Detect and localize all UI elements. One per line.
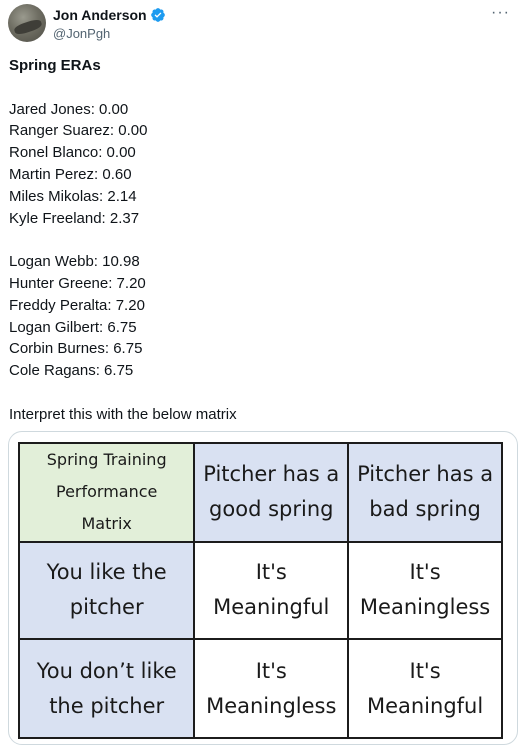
cell-line: Meaningful: [213, 595, 330, 620]
verified-badge-icon: [150, 8, 165, 22]
cell-line: Performance: [55, 482, 158, 502]
list-item: Ronel Blanco: 0.00: [9, 144, 136, 162]
cell-line: Pitcher has a: [203, 462, 340, 487]
cell-line: It's: [255, 560, 287, 585]
cell-line: Spring Training: [46, 450, 167, 470]
cell-line: You don’t like: [36, 658, 177, 683]
avatar[interactable]: [8, 4, 46, 42]
cell-line: Pitcher has a: [357, 462, 494, 487]
cell-line: Meaningful: [366, 693, 484, 718]
list-item: Corbin Burnes: 6.75: [9, 340, 143, 358]
cell-line: pitcher: [69, 595, 144, 620]
cell-line: good spring: [209, 497, 334, 522]
table-row: Spring Training Performance Matrix Pitch…: [17, 442, 503, 543]
row-header-like: You like the pitcher: [17, 540, 196, 641]
list-item: Miles Mikolas: 2.14: [9, 187, 137, 205]
matrix-corner-cell: Spring Training Performance Matrix: [17, 442, 196, 543]
table-cell: It's Meaningful: [347, 638, 503, 739]
author-handle[interactable]: @JonPgh: [53, 26, 110, 41]
cell-line: bad spring: [369, 497, 481, 522]
list-item: Logan Webb: 10.98: [9, 253, 140, 271]
table-row: You don’t like the pitcher It's Meaningl…: [17, 638, 503, 739]
list-item: Cole Ragans: 6.75: [9, 362, 134, 380]
table-cell: It's Meaningful: [193, 540, 350, 641]
author-name-row: Jon Anderson: [53, 7, 166, 23]
closing-text: Interpret this with the below matrix: [9, 405, 237, 423]
attached-image[interactable]: Spring Training Performance Matrix Pitch…: [8, 431, 518, 745]
row-header-dislike: You don’t like the pitcher: [17, 638, 196, 739]
more-options-icon[interactable]: ···: [491, 4, 510, 22]
column-header-bad-spring: Pitcher has a bad spring: [347, 442, 503, 543]
author-name[interactable]: Jon Anderson: [53, 7, 147, 23]
cell-line: Meaningless: [359, 595, 491, 620]
list-item: Ranger Suarez: 0.00: [9, 122, 148, 140]
list-item: Jared Jones: 0.00: [9, 100, 129, 118]
list-item: Freddy Peralta: 7.20: [9, 296, 145, 314]
cell-line: You like the: [46, 560, 167, 585]
cell-line: It's: [255, 658, 287, 683]
list-item: Hunter Greene: 7.20: [9, 274, 146, 292]
cell-line: the pitcher: [49, 693, 165, 718]
tweet-header: Jon Anderson @JonPgh ···: [8, 4, 512, 44]
cell-line: Meaningless: [206, 693, 337, 718]
matrix-table: Spring Training Performance Matrix Pitch…: [17, 442, 503, 739]
table-cell: It's Meaningless: [193, 638, 350, 739]
list-item: Kyle Freeland: 2.37: [9, 209, 140, 227]
bad-era-list: Logan Webb: 10.98 Hunter Greene: 7.20 Fr…: [9, 251, 509, 382]
column-header-good-spring: Pitcher has a good spring: [193, 442, 350, 543]
cell-line: Matrix: [81, 514, 132, 534]
list-item: Martin Perez: 0.60: [9, 165, 132, 183]
table-row: You like the pitcher It's Meaningful It'…: [17, 540, 503, 641]
tweet-text: Spring ERAs Jared Jones: 0.00 Ranger Sua…: [9, 55, 509, 426]
cell-line: It's: [409, 560, 441, 585]
cell-line: It's: [409, 658, 441, 683]
table-cell: It's Meaningless: [347, 540, 503, 641]
tweet-title: Spring ERAs: [9, 57, 101, 74]
good-era-list: Jared Jones: 0.00 Ranger Suarez: 0.00 Ro…: [9, 99, 509, 230]
list-item: Logan Gilbert: 6.75: [9, 318, 137, 336]
